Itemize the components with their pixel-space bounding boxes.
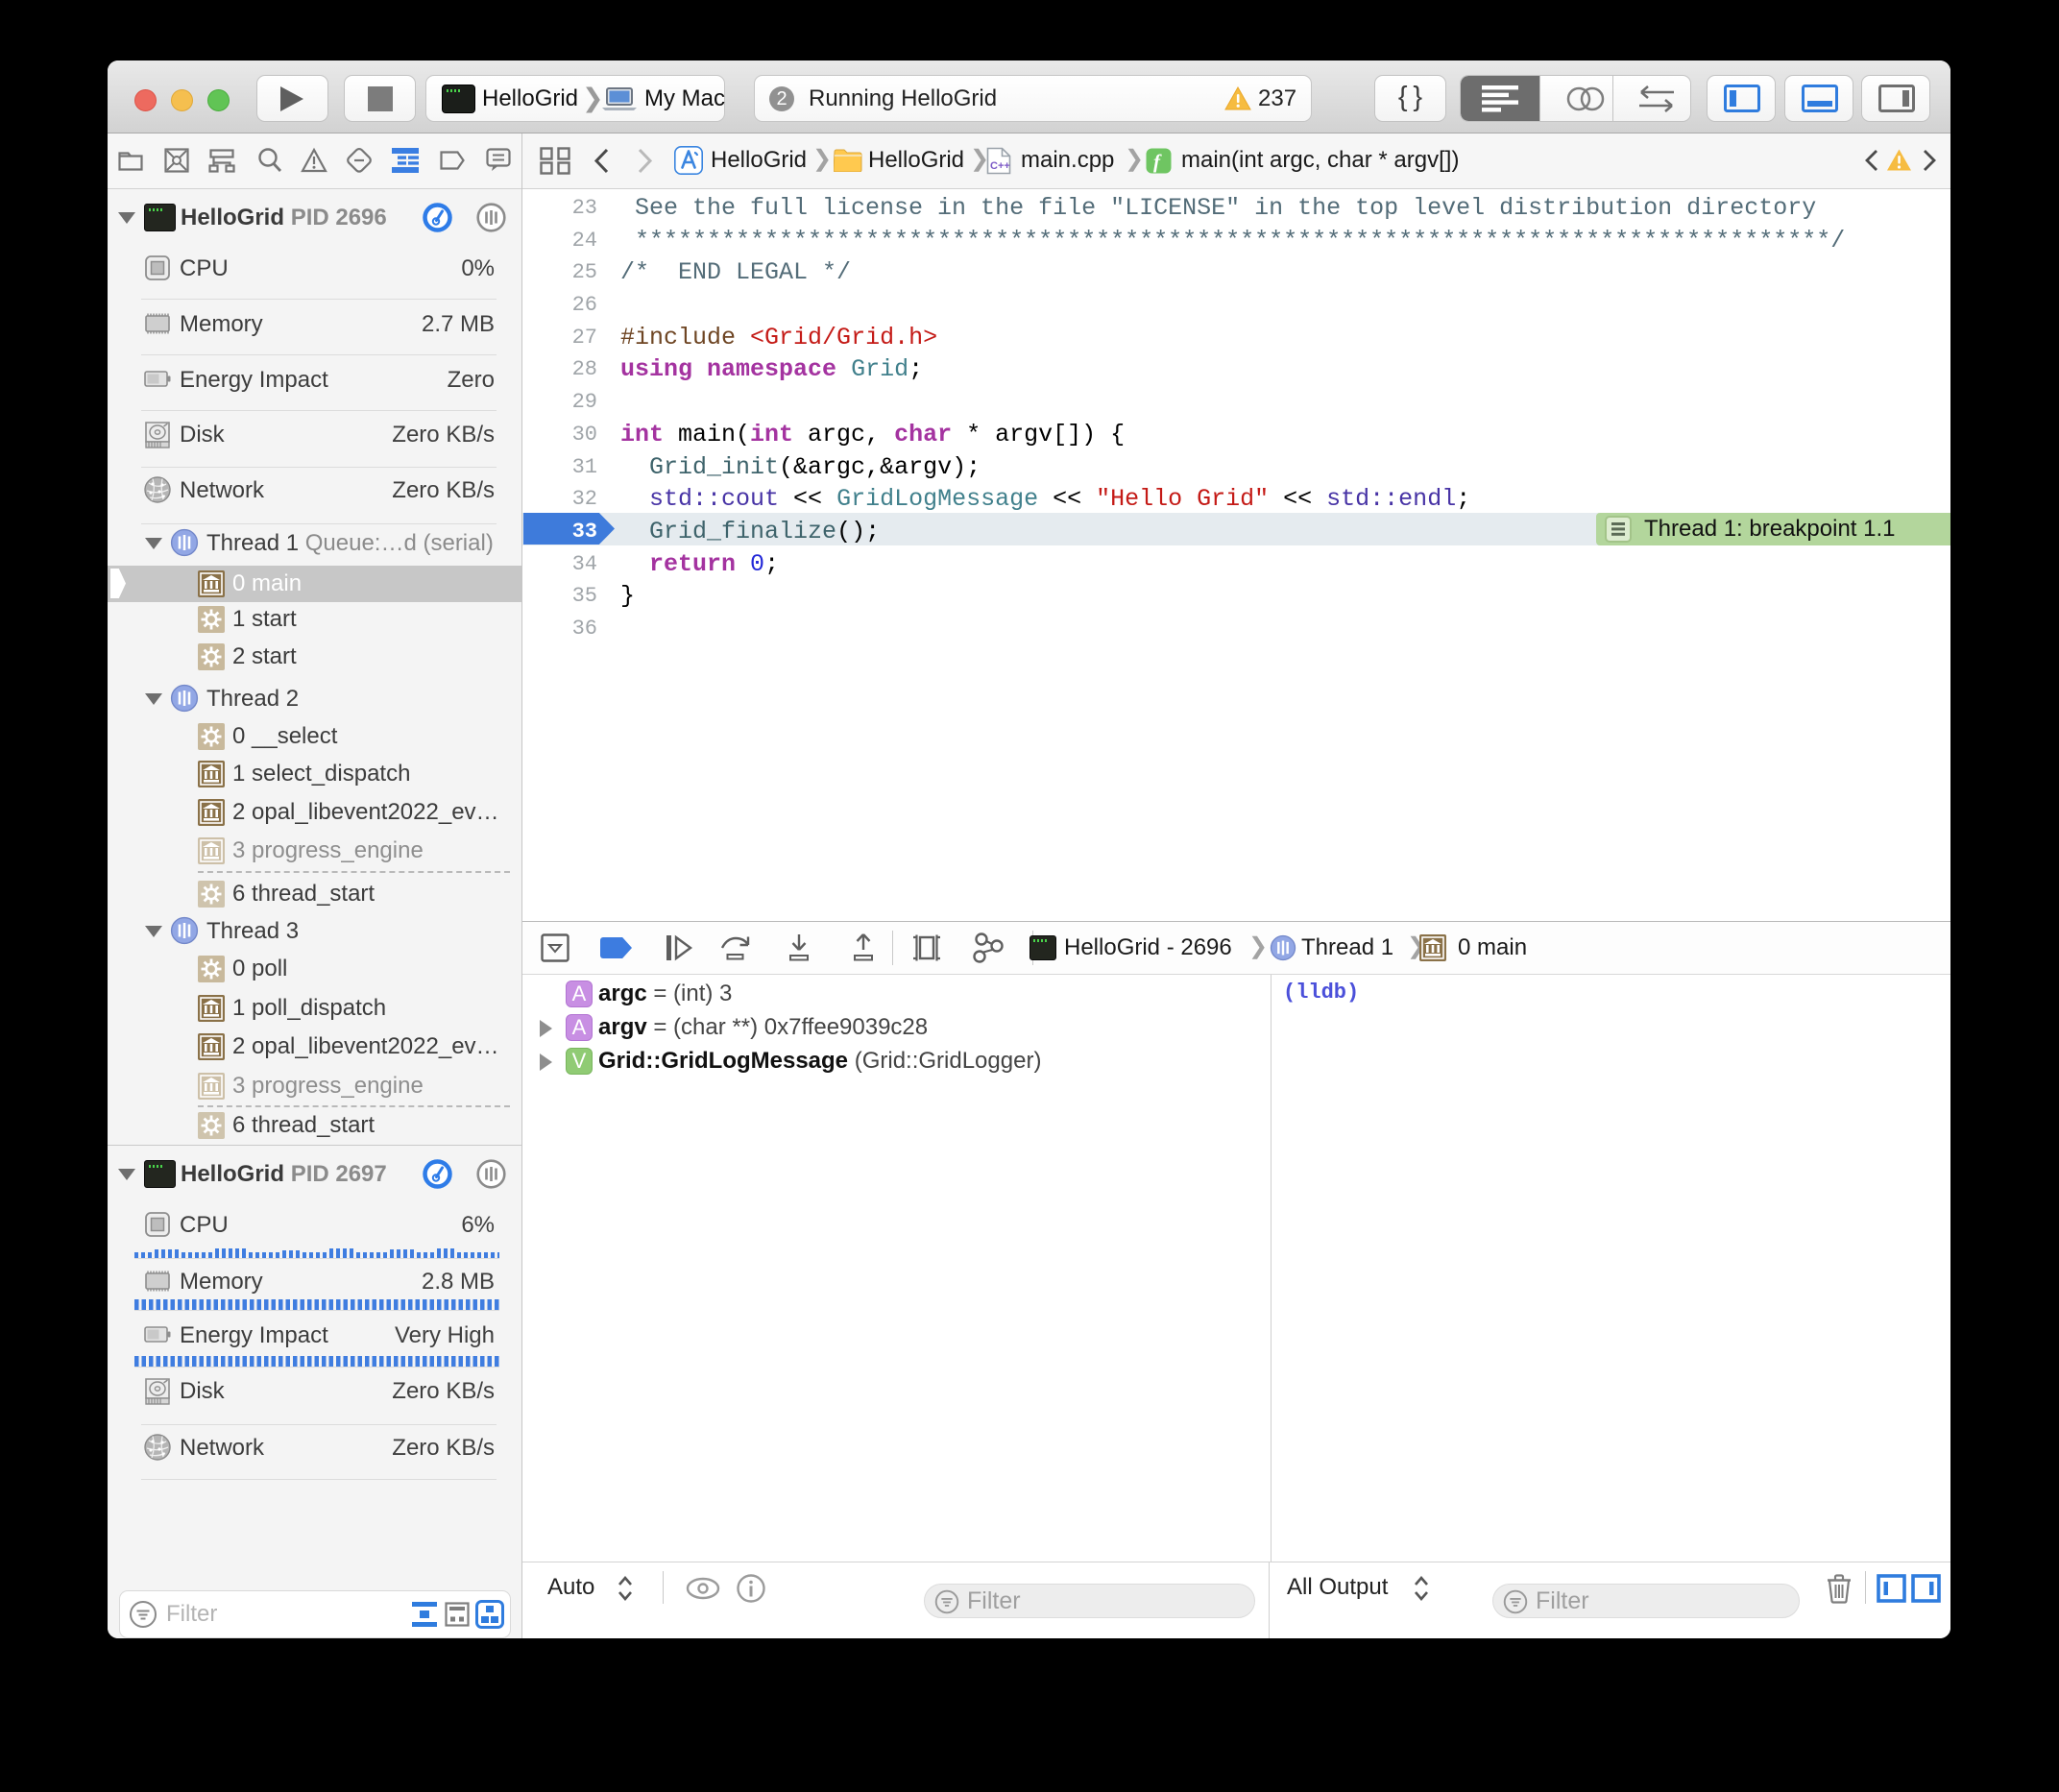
- svg-text:C++: C++: [990, 160, 1010, 172]
